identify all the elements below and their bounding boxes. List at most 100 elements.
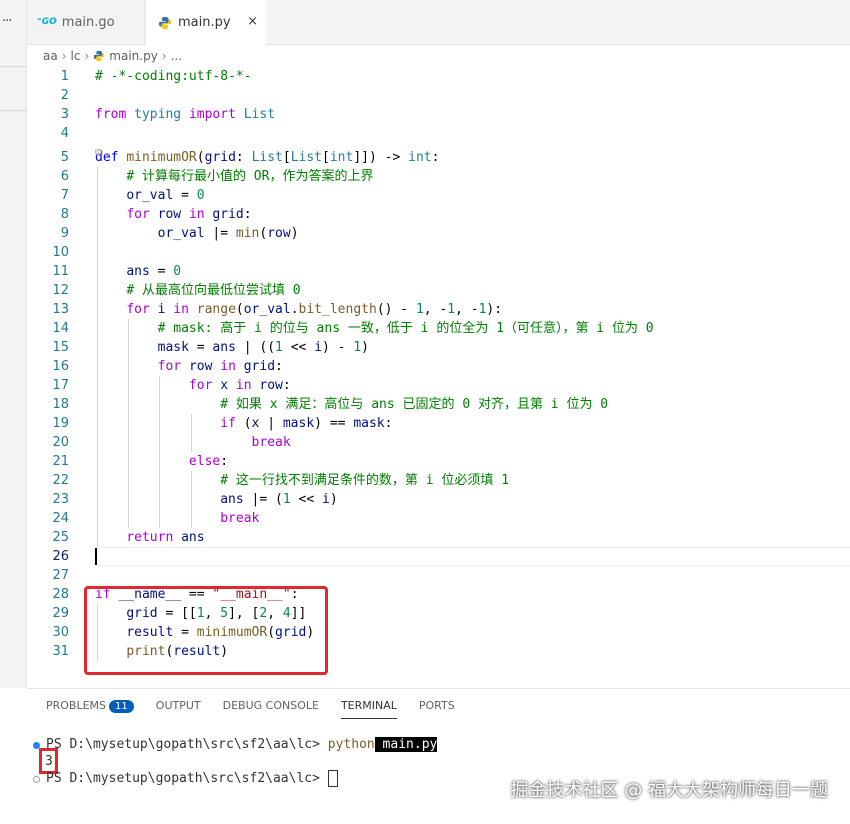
code-line[interactable]: 14 # mask: 高于 i 的位与 ans 一致，低于 i 的位全为 1（可… bbox=[27, 319, 850, 338]
current-line-highlight bbox=[95, 547, 850, 566]
code-line[interactable]: 13 for i in range(or_val.bit_length() - … bbox=[27, 300, 850, 319]
tab-output[interactable]: OUTPUT bbox=[156, 699, 201, 719]
terminal-prompt: PS D:\mysetup\gopath\src\sf2\aa\lc> bbox=[46, 737, 328, 752]
code-line[interactable]: 12 # 从最高位向最低位尝试填 0 bbox=[27, 281, 850, 300]
tab-debug-console[interactable]: DEBUG CONSOLE bbox=[223, 699, 319, 719]
code-text: return ans bbox=[95, 528, 204, 547]
breadcrumb-item-lc[interactable]: lc bbox=[71, 49, 81, 63]
python-file-icon bbox=[159, 16, 171, 29]
code-token: |= ( bbox=[243, 492, 283, 507]
panel-tabs: PROBLEMS 11 OUTPUT DEBUG CONSOLE TERMINAL… bbox=[46, 699, 455, 719]
tab-terminal[interactable]: TERMINAL bbox=[340, 699, 397, 719]
code-token: return bbox=[126, 530, 174, 545]
line-number: 13 bbox=[52, 302, 69, 317]
code-line[interactable]: 1 # -*-coding:utf-8-*- bbox=[27, 67, 850, 86]
code-line[interactable]: 10 bbox=[27, 243, 850, 262]
line-number: 6 bbox=[60, 169, 69, 184]
code-text: mask = ans | ((1 << i) - 1) bbox=[95, 338, 369, 357]
code-line[interactable]: 19 if (x | mask) == mask: bbox=[27, 414, 850, 433]
code-token: = bbox=[173, 188, 197, 203]
code-line[interactable]: 5 def minimumOR(grid: List[List[int]]) ->… bbox=[27, 148, 850, 167]
code-line[interactable]: 20 break bbox=[27, 433, 850, 452]
breadcrumb-item-symbol[interactable]: ... bbox=[171, 49, 182, 63]
code-token: 1 bbox=[415, 302, 424, 317]
code-token: ) bbox=[361, 340, 369, 355]
tab-label: main.go bbox=[61, 14, 115, 30]
code-line[interactable]: 17 for x in row: bbox=[27, 376, 850, 395]
more-actions-icon[interactable]: ··· bbox=[2, 14, 12, 29]
code-editor[interactable]: 1 # -*-coding:utf-8-*- 2 3 from typing impor… bbox=[27, 67, 850, 688]
breadcrumb-item-aa[interactable]: aa bbox=[43, 49, 58, 63]
code-line[interactable]: 3 from typing import List bbox=[27, 105, 850, 124]
code-line[interactable]: 21 else: bbox=[27, 452, 850, 471]
line-number: 18 bbox=[52, 397, 69, 412]
code-token: row bbox=[267, 226, 291, 241]
tab-main-py[interactable]: main.py × bbox=[146, 0, 266, 45]
command-pending-icon[interactable] bbox=[33, 776, 40, 783]
code-token: << bbox=[290, 492, 322, 507]
terminal-argument: main.py bbox=[374, 737, 438, 752]
code-line[interactable]: 25 return ans bbox=[27, 528, 850, 547]
tab-main-go[interactable]: ⁼GO main.go bbox=[27, 0, 145, 44]
codelens-icon[interactable]: ⧉⌄ bbox=[95, 146, 112, 160]
tab-label: PROBLEMS bbox=[46, 699, 107, 712]
code-token: for bbox=[157, 359, 182, 374]
code-token: [ bbox=[322, 150, 330, 165]
code-text: for row in grid: bbox=[95, 357, 283, 376]
code-line[interactable]: 9 or_val |= min(row) bbox=[27, 224, 850, 243]
code-line[interactable]: 27 bbox=[27, 566, 850, 585]
code-text: # 如果 x 满足：高位与 ans 已固定的 0 对齐，且第 i 位为 0 bbox=[95, 395, 608, 414]
code-line[interactable]: 24 break bbox=[27, 509, 850, 528]
breadcrumb-item-file[interactable]: main.py bbox=[109, 49, 158, 63]
indent-guide bbox=[159, 376, 161, 528]
code-line[interactable]: 4 bbox=[27, 124, 850, 143]
code-line[interactable]: 7 or_val = 0 bbox=[27, 186, 850, 205]
code-token: else bbox=[188, 454, 221, 469]
code-token: mask bbox=[157, 340, 189, 355]
code-text: or_val = 0 bbox=[95, 186, 204, 205]
code-token: | (( bbox=[235, 340, 276, 355]
code-token: for bbox=[126, 207, 150, 222]
code-line[interactable]: 16 for row in grid: bbox=[27, 357, 850, 376]
code-token: ) - bbox=[322, 340, 354, 355]
code-token: i bbox=[314, 340, 323, 355]
code-text: # -*-coding:utf-8-*- bbox=[95, 67, 252, 86]
code-line[interactable]: 22 # 这一行找不到满足条件的数，第 i 位必须填 1 bbox=[27, 471, 850, 490]
code-line[interactable]: 11 ans = 0 bbox=[27, 262, 850, 281]
code-token: grid bbox=[204, 150, 236, 165]
code-line[interactable]: 6 # 计算每行最小值的 OR，作为答案的上界 bbox=[27, 167, 850, 186]
code-token: ): bbox=[486, 302, 503, 317]
tab-problems[interactable]: PROBLEMS 11 bbox=[46, 699, 134, 719]
close-icon[interactable]: × bbox=[247, 14, 258, 29]
code-token: or_val bbox=[157, 226, 205, 241]
code-token: List bbox=[251, 150, 283, 165]
code-text: # 计算每行最小值的 OR，作为答案的上界 bbox=[95, 167, 373, 186]
code-token: 1 bbox=[353, 340, 362, 355]
code-line[interactable]: 2 bbox=[27, 86, 850, 105]
code-token: mask bbox=[282, 416, 315, 431]
terminal-prompt-line[interactable]: PS D:\mysetup\gopath\src\sf2\aa\lc> bbox=[46, 770, 338, 788]
code-token: range bbox=[196, 302, 236, 317]
code-line[interactable]: 23 ans |= (1 << i) bbox=[27, 490, 850, 509]
code-token: # -*-coding:utf-8-*- bbox=[95, 69, 252, 84]
code-line[interactable]: 8 for row in grid: bbox=[27, 205, 850, 224]
code-token: grid bbox=[243, 359, 276, 374]
tab-ports[interactable]: PORTS bbox=[419, 699, 455, 719]
code-line[interactable]: 18 # 如果 x 满足：高位与 ans 已固定的 0 对齐，且第 i 位为 0 bbox=[27, 395, 850, 414]
watermark: 掘金技术社区 @ 福大大架构师每日一题 bbox=[510, 780, 828, 801]
code-text: else: bbox=[95, 452, 228, 471]
divider bbox=[0, 66, 26, 67]
code-token: or_val bbox=[126, 188, 174, 203]
line-number: 30 bbox=[52, 625, 69, 640]
code-token: ( bbox=[235, 302, 244, 317]
code-line[interactable]: 15 mask = ans | ((1 << i) - 1) bbox=[27, 338, 850, 357]
